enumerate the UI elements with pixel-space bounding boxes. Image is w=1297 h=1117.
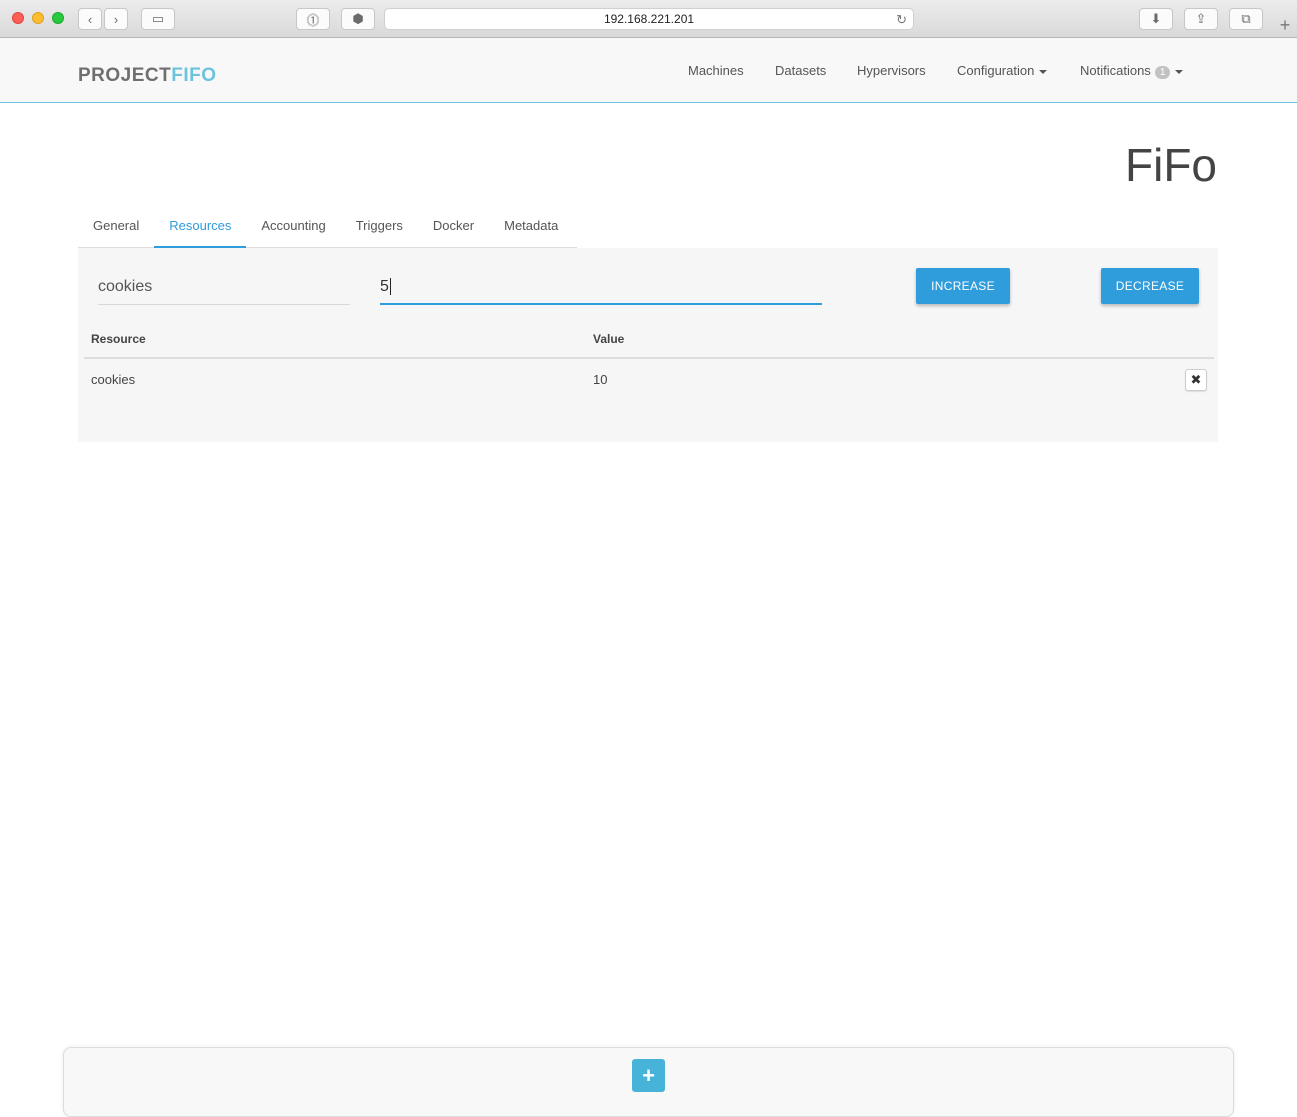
plus-icon: + bbox=[1279, 15, 1291, 35]
chevron-left-icon: ‹ bbox=[87, 11, 93, 27]
nav-datasets[interactable]: Datasets bbox=[775, 63, 826, 78]
page-title: FiFo bbox=[1125, 139, 1217, 191]
password-extension-button[interactable]: ⓵ bbox=[296, 8, 330, 30]
notification-count-badge: 1 bbox=[1154, 66, 1171, 79]
chevron-right-icon: › bbox=[113, 11, 119, 27]
add-button[interactable]: + bbox=[632, 1059, 665, 1092]
nav-notifications[interactable]: Notifications 1 bbox=[1080, 63, 1184, 79]
zoom-window-button[interactable] bbox=[52, 12, 64, 24]
increase-button[interactable]: INCREASE bbox=[916, 268, 1010, 304]
text-cursor bbox=[389, 278, 391, 296]
tab-bar: General Resources Accounting Triggers Do… bbox=[78, 208, 577, 248]
sidebar-toggle-button[interactable]: ▭ bbox=[141, 8, 175, 30]
tab-triggers[interactable]: Triggers bbox=[341, 208, 418, 248]
nav-configuration-label: Configuration bbox=[957, 63, 1035, 78]
address-bar[interactable]: 192.168.221.201 ↻ bbox=[384, 8, 914, 30]
caret-down-icon bbox=[1039, 69, 1048, 74]
caret-down-icon bbox=[1175, 69, 1184, 74]
value-cell: 10 bbox=[593, 372, 608, 387]
column-header-resource: Resource bbox=[84, 326, 586, 359]
new-tab-button[interactable]: + bbox=[1274, 14, 1296, 36]
plus-icon: + bbox=[642, 1062, 655, 1088]
close-window-button[interactable] bbox=[12, 12, 24, 24]
tab-general[interactable]: General bbox=[78, 208, 154, 248]
minimize-window-button[interactable] bbox=[32, 12, 44, 24]
logo[interactable]: PROJECTFIFO bbox=[78, 65, 217, 87]
back-button[interactable]: ‹ bbox=[78, 8, 102, 30]
decrease-button[interactable]: DECREASE bbox=[1101, 268, 1199, 304]
times-icon: ✖ bbox=[1190, 371, 1202, 387]
bottom-action-bar: + bbox=[63, 1047, 1234, 1117]
reload-icon[interactable]: ↻ bbox=[896, 12, 907, 28]
resources-panel: cookies 5 INCREASE DECREASE Resource Val… bbox=[78, 248, 1218, 442]
adblock-extension-button[interactable]: ⬢ bbox=[341, 8, 375, 30]
tab-metadata[interactable]: Metadata bbox=[489, 208, 573, 248]
resource-name-value: cookies bbox=[98, 278, 153, 295]
column-header-actions bbox=[1174, 326, 1214, 359]
share-icon: ⇪ bbox=[1195, 11, 1207, 26]
resource-cell: cookies bbox=[91, 372, 136, 387]
nav-configuration[interactable]: Configuration bbox=[957, 63, 1048, 78]
resources-table: Resource Value cookies 10 ✖ bbox=[84, 326, 1214, 400]
share-button[interactable]: ⇪ bbox=[1184, 8, 1218, 30]
resource-name-input[interactable]: cookies bbox=[98, 276, 350, 305]
nav-notifications-label: Notifications bbox=[1080, 63, 1151, 78]
download-icon: ⬇ bbox=[1150, 11, 1162, 26]
url-text: 192.168.221.201 bbox=[603, 12, 695, 26]
forward-button[interactable]: › bbox=[104, 8, 128, 30]
sidebar-icon: ▭ bbox=[151, 11, 165, 26]
nav-hypervisors[interactable]: Hypervisors bbox=[857, 63, 926, 78]
onepassword-icon: ⓵ bbox=[306, 12, 320, 28]
tabs-overview-button[interactable]: ⧉ bbox=[1229, 8, 1263, 30]
tab-resources[interactable]: Resources bbox=[154, 208, 247, 248]
downloads-button[interactable]: ⬇ bbox=[1139, 8, 1173, 30]
browser-toolbar: ‹ › ▭ ⓵ ⬢ 192.168.221.201 ↻ ⬇ ⇪ ⧉ + bbox=[0, 0, 1297, 38]
app-navbar: PROJECTFIFO Machines Datasets Hypervisor… bbox=[0, 38, 1297, 103]
nav-machines[interactable]: Machines bbox=[688, 63, 744, 78]
delete-resource-button[interactable]: ✖ bbox=[1185, 368, 1207, 391]
table-row: cookies 10 ✖ bbox=[84, 358, 1214, 400]
actions-cell: ✖ bbox=[1174, 358, 1214, 400]
resource-amount-input[interactable]: 5 bbox=[380, 276, 822, 305]
tabs-icon: ⧉ bbox=[1241, 11, 1251, 26]
column-header-value: Value bbox=[586, 326, 1174, 359]
tab-accounting[interactable]: Accounting bbox=[246, 208, 340, 248]
resource-amount-value: 5 bbox=[380, 278, 389, 295]
adblock-icon: ⬢ bbox=[352, 11, 364, 26]
tab-docker[interactable]: Docker bbox=[418, 208, 489, 248]
